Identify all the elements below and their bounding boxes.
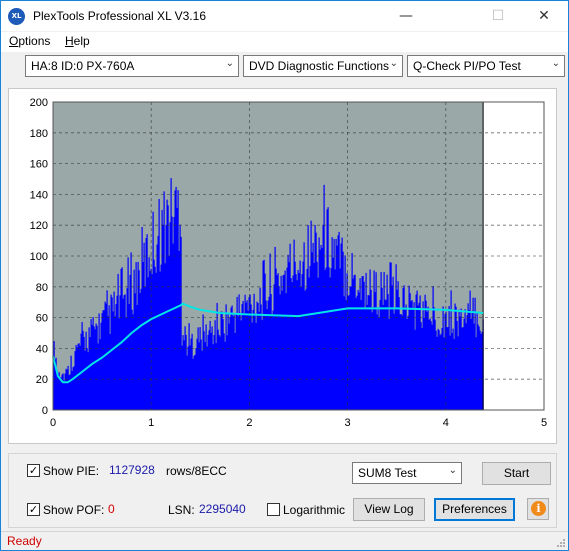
- x-tick-label: 4: [443, 417, 449, 429]
- x-tick-label: 0: [50, 417, 56, 429]
- y-tick-label: 20: [36, 374, 48, 386]
- menu-help-mnemonic: H: [65, 34, 74, 48]
- view-log-button[interactable]: View Log: [353, 498, 425, 521]
- maximize-button[interactable]: ☐: [475, 1, 521, 31]
- menu-bar: Options Help: [1, 32, 568, 52]
- pie-value: 1127928: [109, 463, 155, 477]
- test-select-value: Q-Check PI/PO Test: [413, 59, 521, 73]
- show-pof-label: Show POF:: [43, 503, 105, 517]
- show-pie-label: Show PIE:: [43, 464, 100, 478]
- menu-options-label: ptions: [18, 34, 51, 48]
- y-tick-label: 180: [30, 128, 48, 140]
- x-tick-label: 5: [541, 417, 547, 429]
- chevron-down-icon: ⌄: [225, 58, 234, 69]
- menu-help-label: elp: [73, 34, 90, 48]
- y-tick-label: 100: [30, 251, 48, 263]
- menu-options-mnemonic: O: [9, 34, 19, 48]
- status-text: Ready: [7, 534, 42, 548]
- app-window: XL PlexTools Professional XL V3.16 — ☐ ✕…: [0, 0, 569, 551]
- title-bar: XL PlexTools Professional XL V3.16 — ☐ ✕: [1, 1, 568, 31]
- drive-select[interactable]: HA:8 ID:0 PX-760A ⌄: [25, 55, 239, 77]
- lsn-value: 2295040: [199, 502, 246, 516]
- info-icon: i: [531, 501, 546, 516]
- info-button[interactable]: i: [527, 498, 549, 520]
- sum8-test-select[interactable]: SUM8 Test ⌄: [352, 462, 462, 484]
- y-tick-label: 200: [30, 97, 48, 109]
- function-select[interactable]: DVD Diagnostic Functions ⌄: [243, 55, 403, 77]
- y-tick-label: 60: [36, 313, 48, 325]
- test-select[interactable]: Q-Check PI/PO Test ⌄: [407, 55, 565, 77]
- function-select-value: DVD Diagnostic Functions: [249, 59, 390, 73]
- logarithmic-checkbox[interactable]: [267, 503, 280, 516]
- preferences-button[interactable]: Preferences: [434, 498, 515, 521]
- y-tick-label: 40: [36, 343, 48, 355]
- resize-grip-icon[interactable]: [556, 538, 566, 548]
- show-pof-checkbox[interactable]: ✓: [27, 503, 40, 516]
- pie-unit: rows/8ECC: [166, 464, 227, 478]
- y-tick-label: 160: [30, 159, 48, 171]
- x-tick-label: 2: [246, 417, 252, 429]
- pi-po-chart: 0 20 40 60 80 100 120 140 160 180 200 0 1 2 3 4 5: [30, 97, 547, 429]
- chevron-down-icon: ⌄: [389, 58, 398, 69]
- lsn-label: LSN:: [168, 503, 195, 517]
- menu-help[interactable]: Help: [65, 34, 90, 48]
- minimize-button[interactable]: —: [383, 1, 429, 31]
- window-title: PlexTools Professional XL V3.16: [33, 9, 206, 23]
- chevron-down-icon: ⌄: [448, 465, 457, 476]
- show-pie-checkbox[interactable]: ✓: [27, 464, 40, 477]
- status-bar: Ready: [1, 531, 568, 550]
- sum8-test-select-value: SUM8 Test: [358, 466, 417, 480]
- pof-value: 0: [108, 502, 115, 516]
- drive-select-value: HA:8 ID:0 PX-760A: [31, 59, 135, 73]
- y-tick-label: 0: [42, 405, 48, 417]
- y-tick-label: 120: [30, 220, 48, 232]
- chart-panel: 0 20 40 60 80 100 120 140 160 180 200 0 1 2 3 4 5: [8, 88, 557, 444]
- menu-options[interactable]: Options: [9, 34, 50, 48]
- chevron-down-icon: ⌄: [551, 58, 560, 69]
- app-logo-icon: XL: [8, 8, 25, 25]
- close-button[interactable]: ✕: [521, 1, 567, 31]
- y-tick-label: 140: [30, 189, 48, 201]
- x-tick-label: 1: [148, 417, 154, 429]
- y-tick-label: 80: [36, 282, 48, 294]
- logarithmic-label: Logarithmic: [283, 503, 346, 517]
- start-button[interactable]: Start: [482, 462, 551, 485]
- x-tick-label: 3: [345, 417, 351, 429]
